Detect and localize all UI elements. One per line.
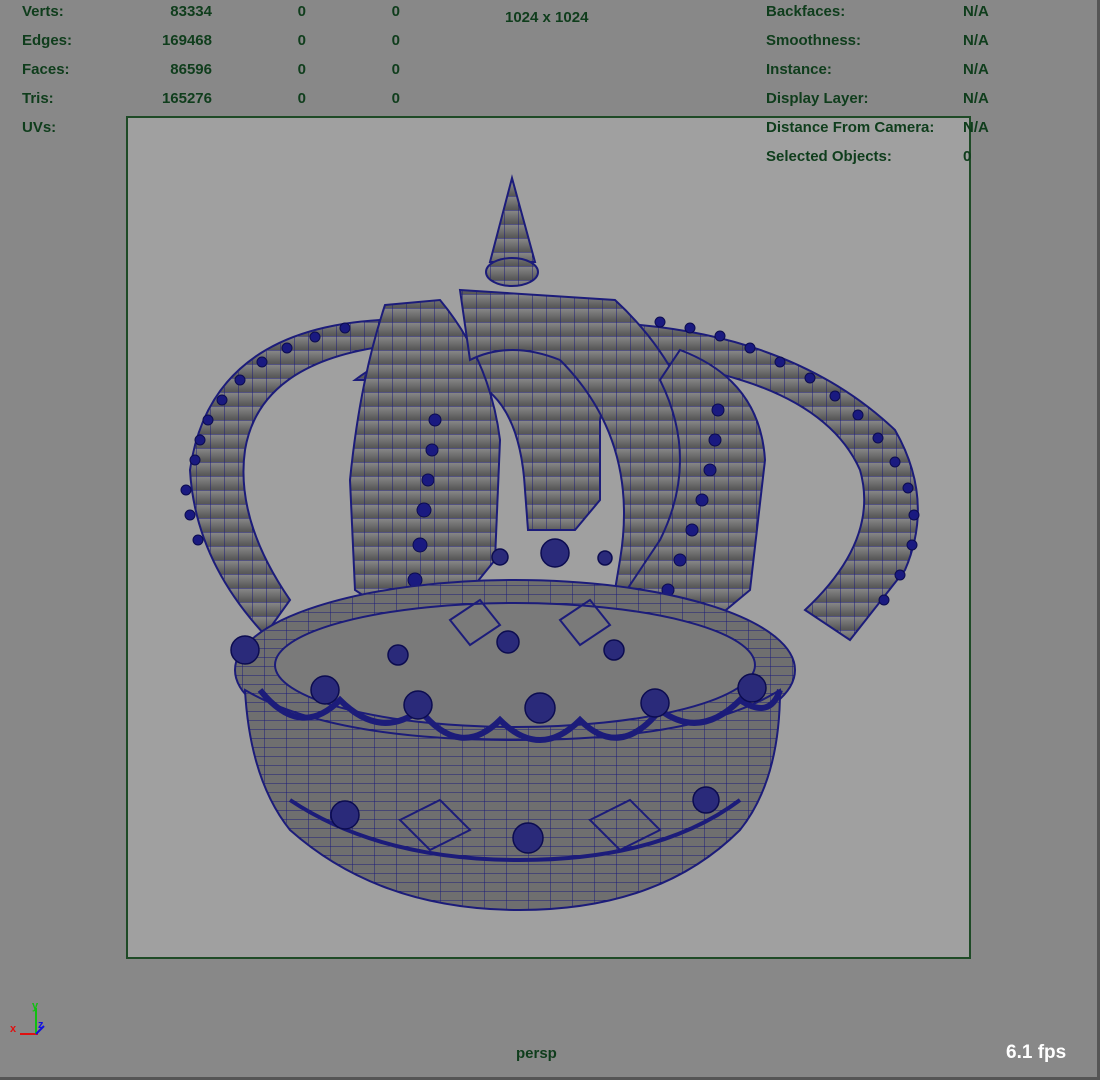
- hud-row-instance: Instance: N/A: [766, 55, 1086, 84]
- hud-value: N/A: [963, 119, 989, 136]
- view-axis-gizmo: x y z: [10, 1000, 45, 1035]
- axis-z-label: z: [38, 1019, 44, 1031]
- axis-y-label: y: [32, 1000, 39, 1012]
- hud-label: Backfaces:: [766, 3, 846, 20]
- hud-label: Display Layer:: [766, 90, 869, 107]
- hud-value: N/A: [963, 32, 989, 49]
- crown-spike: [488, 174, 537, 263]
- hud-row-display-layer: Display Layer: N/A: [766, 84, 1086, 113]
- hud-row-distance-from-camera: Distance From Camera: N/A: [766, 113, 1086, 142]
- hud-label: Instance:: [766, 61, 832, 78]
- axis-x-label: x: [10, 1023, 17, 1035]
- hud-row-smoothness: Smoothness: N/A: [766, 26, 1086, 55]
- hud-value: 0: [963, 148, 972, 165]
- object-details-hud: Backfaces: N/A Smoothness: N/A Instance:…: [766, 0, 1086, 187]
- hud-label: Smoothness:: [766, 32, 862, 49]
- hud-value: N/A: [963, 3, 989, 20]
- camera-name-label: persp: [516, 1045, 557, 1062]
- hud-row-selected-objects: Selected Objects: 0: [766, 142, 1086, 171]
- fps-counter: 6.1 fps: [1006, 1042, 1067, 1063]
- crown-orb: [485, 257, 539, 287]
- hud-value: N/A: [963, 61, 989, 78]
- hud-value: N/A: [963, 90, 989, 107]
- hud-label: Selected Objects:: [766, 148, 892, 165]
- hud-row-backfaces: Backfaces: N/A: [766, 0, 1086, 26]
- hud-label: Distance From Camera:: [766, 119, 935, 136]
- maya-perspective-viewport[interactable]: Verts: 83334 0 0 Edges: 169468 0 0 Faces…: [0, 0, 1100, 1080]
